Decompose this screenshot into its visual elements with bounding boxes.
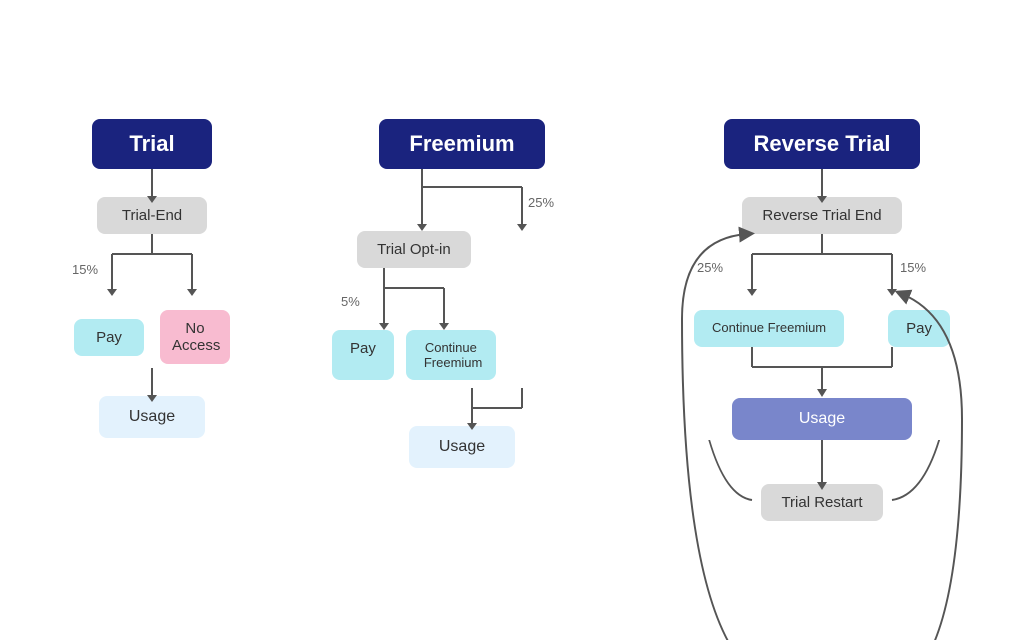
rt-restart-svg [672,440,972,530]
freemium-to-usage [332,388,592,438]
svg-text:15%: 15% [900,260,926,275]
freemium-top-svg: 25% [332,169,592,239]
trial-pay-box: Pay [74,319,144,356]
rt-start-box: Reverse Trial [724,119,921,169]
trial-no-access-box: No Access [160,310,230,364]
rt-continue-box: Continue Freemium [694,310,844,347]
freemium-column: Freemium 25% Trial Opt-in [312,119,612,468]
freemium-usage-svg [332,388,592,438]
rt-usage-box: Usage [732,398,912,440]
diagram-container: Trial Trial-End 15% Pay No Access [0,99,1024,541]
reverse-trial-column: Reverse Trial Reverse Trial End 25% 15% [652,119,992,521]
freemium-optin-branch: 5% [339,268,489,338]
rt-branch-svg: 25% 15% [672,234,972,314]
freemium-optin-svg: 5% [339,268,489,338]
rt-to-usage [672,347,972,402]
rt-branch-top: 25% 15% [672,234,972,314]
arrow-rt-1 [821,169,823,197]
svg-text:15%: 15% [72,262,98,277]
freemium-split-top: 25% [332,169,592,239]
trial-branch: 15% [62,234,242,314]
trial-branch-svg: 15% [62,234,242,314]
trial-column: Trial Trial-End 15% Pay No Access [32,119,272,438]
trial-usage-box: Usage [99,396,205,438]
freemium-left-branch: Trial Opt-in 5% [332,231,496,380]
svg-text:25%: 25% [528,195,554,210]
svg-text:25%: 25% [697,260,723,275]
arrow-trial-1 [151,169,153,197]
rt-to-restart [672,440,972,530]
arrow-trial-2 [151,368,153,396]
trial-start-box: Trial [92,119,212,169]
trial-pay-noaccess-row: Pay No Access [74,310,230,364]
rt-usage-svg [672,347,972,402]
freemium-start-box: Freemium [379,119,544,169]
rt-pay-box: Pay [888,310,950,347]
svg-text:5%: 5% [341,294,360,309]
rt-continue-pay-row: Continue Freemium Pay [682,310,962,347]
freemium-optin-row: Trial Opt-in 5% [332,231,592,380]
